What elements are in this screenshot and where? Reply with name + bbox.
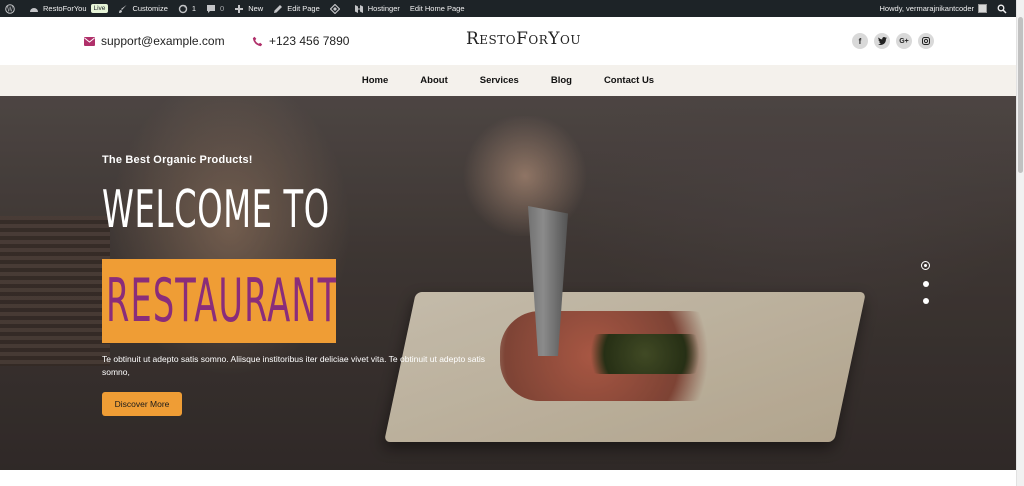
- avatar: [978, 4, 987, 13]
- social-links: f G+: [852, 33, 934, 49]
- hero-description: Te obtinuit ut adepto satis somno. Aliis…: [102, 354, 486, 377]
- diamond-menu[interactable]: [325, 0, 349, 17]
- hero-highlight-box: RESTAURANT!: [102, 259, 336, 343]
- site-logo[interactable]: RestoForYou: [466, 29, 581, 49]
- slider-dot-2[interactable]: [922, 281, 929, 287]
- slider-dot-3[interactable]: [922, 298, 929, 304]
- hostinger-icon: [354, 4, 363, 13]
- wp-admin-bar: W RestoForYou Live Customize 1 0 New Edi…: [0, 0, 1016, 17]
- new-label: New: [248, 4, 264, 13]
- hero-headline: WELCOME TO: [102, 180, 330, 240]
- nav-item-contact-us[interactable]: Contact Us: [604, 75, 654, 86]
- search-icon: [997, 4, 1007, 14]
- howdy-label: Howdy, vermarajnikantcoder: [879, 4, 974, 13]
- edit-home-page-label: Edit Home Page: [409, 4, 465, 13]
- header-email[interactable]: support@example.com: [84, 34, 225, 48]
- svg-text:W: W: [7, 6, 14, 13]
- customize-label: Customize: [132, 4, 168, 13]
- hero-highlight-text: RESTAURANT!: [106, 266, 336, 336]
- edit-page-label: Edit Page: [287, 4, 320, 13]
- comments-count: 0: [220, 4, 225, 13]
- nav-item-home[interactable]: Home: [362, 75, 388, 86]
- slider-dot-1[interactable]: [921, 261, 930, 270]
- hostinger-menu[interactable]: Hostinger: [349, 0, 405, 17]
- site-name-label: RestoForYou: [43, 4, 87, 13]
- google-plus-icon[interactable]: G+: [896, 33, 912, 49]
- hero-slider: The Best Organic Products! WELCOME TO RE…: [0, 96, 1016, 470]
- nav-item-blog[interactable]: Blog: [551, 75, 572, 86]
- main-navigation: Home About Services Blog Contact Us: [0, 65, 1016, 96]
- page-scrollbar[interactable]: [1016, 0, 1024, 486]
- home-dashboard-icon: [30, 7, 38, 12]
- discover-more-button[interactable]: Discover More: [102, 392, 182, 416]
- slider-pagination: [921, 261, 930, 304]
- admin-bar-right: Howdy, vermarajnikantcoder: [875, 0, 1016, 17]
- scrollbar-thumb[interactable]: [1018, 17, 1023, 173]
- email-text: support@example.com: [101, 34, 225, 48]
- site-name-menu[interactable]: RestoForYou Live: [24, 0, 113, 17]
- envelope-icon: [84, 36, 95, 46]
- facebook-icon[interactable]: f: [852, 33, 868, 49]
- twitter-icon[interactable]: [874, 33, 890, 49]
- plus-icon: [235, 4, 244, 13]
- pencil-icon: [274, 4, 283, 13]
- updates-icon: [178, 4, 188, 13]
- comments-link[interactable]: 0: [201, 0, 229, 17]
- nav-item-services[interactable]: Services: [480, 75, 519, 86]
- paintbrush-icon: [119, 4, 127, 13]
- my-account-menu[interactable]: Howdy, vermarajnikantcoder: [875, 0, 992, 17]
- comment-icon: [207, 4, 216, 13]
- wordpress-icon: W: [5, 3, 15, 14]
- hostinger-label: Hostinger: [367, 4, 400, 13]
- admin-search[interactable]: [992, 0, 1016, 17]
- wordpress-logo-menu[interactable]: W: [0, 0, 24, 17]
- customize-link[interactable]: Customize: [113, 0, 172, 17]
- updates-count: 1: [191, 4, 197, 13]
- instagram-icon[interactable]: [918, 33, 934, 49]
- edit-page-link[interactable]: Edit Page: [268, 0, 325, 17]
- new-content-menu[interactable]: New: [229, 0, 268, 17]
- nav-item-about[interactable]: About: [420, 75, 447, 86]
- hero-tagline: The Best Organic Products!: [102, 154, 253, 166]
- live-badge: Live: [90, 4, 109, 13]
- updates-link[interactable]: 1: [173, 0, 201, 17]
- phone-icon: [252, 36, 263, 46]
- page: W RestoForYou Live Customize 1 0 New Edi…: [0, 0, 1024, 486]
- diamond-icon: [329, 3, 340, 14]
- edit-home-page-link[interactable]: Edit Home Page: [405, 0, 470, 17]
- header-phone[interactable]: +123 456 7890: [252, 34, 349, 48]
- site-header: support@example.com +123 456 7890 RestoF…: [0, 17, 1016, 65]
- phone-text: +123 456 7890: [269, 34, 350, 48]
